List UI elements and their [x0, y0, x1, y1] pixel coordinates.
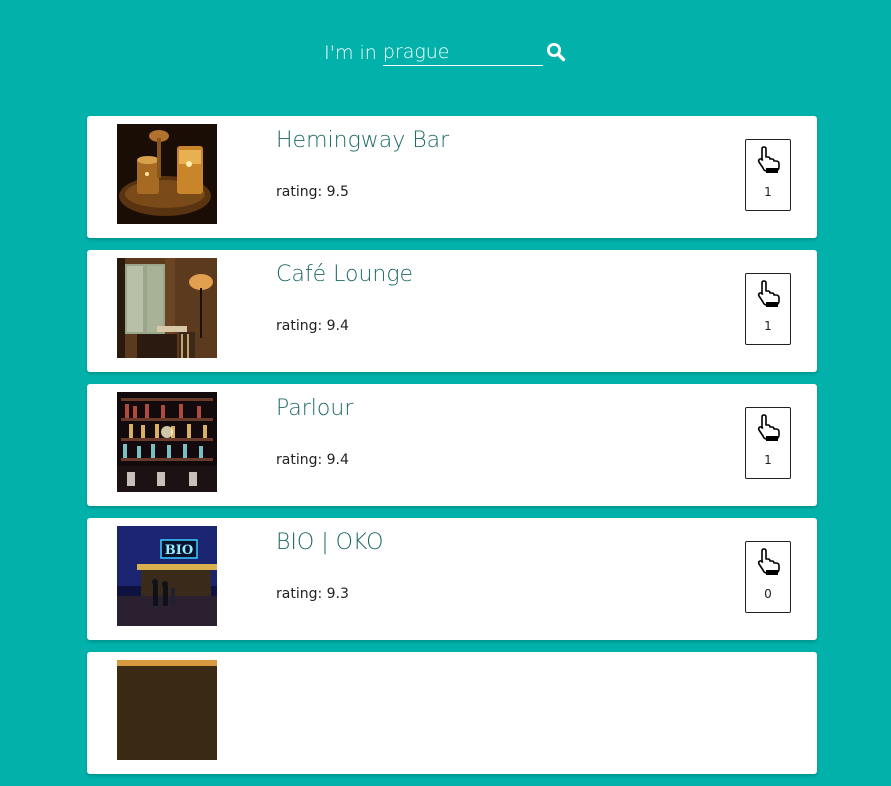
venue-rating: rating: 9.4 — [276, 318, 349, 334]
venue-rating: rating: 9.3 — [276, 586, 349, 602]
venue-name[interactable]: BIO | OKO — [276, 530, 383, 555]
venue-card: Hemingway Bar rating: 9.5 1 — [87, 116, 817, 238]
like-count: 1 — [764, 453, 772, 467]
venue-rating: rating: 9.5 — [276, 184, 349, 200]
like-button[interactable]: 1 — [745, 273, 791, 345]
venue-name[interactable]: Parlour — [276, 396, 353, 421]
venue-photo: BIO — [117, 526, 217, 626]
svg-text:BIO: BIO — [165, 543, 193, 558]
like-count: 1 — [764, 319, 772, 333]
like-count: 0 — [764, 587, 772, 601]
venue-card: Café Lounge rating: 9.4 1 — [87, 250, 817, 372]
pointing-hand-icon — [757, 548, 780, 575]
venue-card: BIO BIO | OKO rating: 9.3 0 — [87, 518, 817, 640]
venue-list: Hemingway Bar rating: 9.5 1 Café Lounge … — [87, 116, 817, 786]
like-button[interactable]: 0 — [745, 541, 791, 613]
like-button[interactable]: 1 — [745, 139, 791, 211]
search-bar: I'm in — [0, 36, 891, 66]
pointing-hand-icon — [757, 280, 780, 307]
search-icon — [546, 43, 566, 62]
venue-photo — [117, 660, 217, 760]
venue-photo — [117, 124, 217, 224]
search-prefix-label: I'm in — [324, 42, 377, 64]
venue-card — [87, 652, 817, 774]
venue-photo — [117, 392, 217, 492]
venue-rating: rating: 9.4 — [276, 452, 349, 468]
city-search-input[interactable] — [382, 38, 543, 66]
pointing-hand-icon — [757, 146, 780, 173]
pointing-hand-icon — [757, 414, 780, 441]
venue-name[interactable]: Hemingway Bar — [276, 128, 449, 153]
venue-photo — [117, 258, 217, 358]
search-button[interactable] — [545, 41, 567, 63]
venue-card: Parlour rating: 9.4 1 — [87, 384, 817, 506]
like-count: 1 — [764, 185, 772, 199]
venue-name[interactable]: Café Lounge — [276, 262, 413, 287]
like-button[interactable]: 1 — [745, 407, 791, 479]
